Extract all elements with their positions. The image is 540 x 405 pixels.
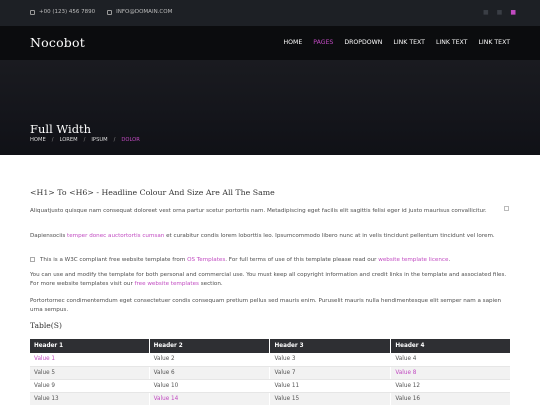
table-row: Value 1 Value 2 Value 3 Value 4 bbox=[30, 353, 510, 367]
paragraph-3: This is a W3C compliant free website tem… bbox=[30, 256, 510, 265]
paragraph-3-text-c: . bbox=[448, 257, 451, 263]
table-cell: Value 16 bbox=[390, 392, 510, 405]
table-heading: Table(S) bbox=[30, 321, 62, 330]
phone-number: +00 (123) 456 7890 bbox=[39, 9, 96, 15]
paragraph-4-text-a: You can use and modify the template for … bbox=[30, 272, 507, 288]
table-cell: Value 9 bbox=[30, 379, 150, 393]
email-address[interactable]: INFO@DOMAIN.COM bbox=[116, 9, 172, 15]
table-cell-link[interactable]: Value 14 bbox=[149, 392, 271, 405]
paragraph-3-text-b: . For full terms of use of this template… bbox=[225, 257, 379, 263]
site-header: Nocobot HOME PAGES DROPDOWN LINK TEXT LI… bbox=[0, 26, 540, 60]
breadcrumb-lorem[interactable]: LOREM bbox=[60, 137, 78, 143]
phone-item: +00 (123) 456 7890 bbox=[30, 9, 95, 15]
free-templates-link[interactable]: free website templates bbox=[135, 281, 199, 287]
table-header-cell: Header 3 bbox=[269, 339, 392, 353]
table-cell: Value 4 bbox=[390, 353, 510, 367]
nav-item-link-2[interactable]: LINK TEXT bbox=[436, 39, 468, 46]
envelope-icon bbox=[107, 9, 113, 15]
paragraph-2-text-a: Dapiensociis bbox=[30, 233, 68, 239]
table-header-cell: Header 4 bbox=[390, 339, 510, 353]
phone-icon bbox=[30, 9, 35, 15]
table-header-cell: Header 2 bbox=[149, 339, 271, 353]
table-cell: Value 5 bbox=[30, 366, 150, 380]
table-row: Value 5 Value 6 Value 7 Value 8 bbox=[30, 366, 510, 380]
nav-item-link-3[interactable]: LINK TEXT bbox=[478, 39, 510, 46]
breadcrumb-ipsum[interactable]: IPSUM bbox=[91, 137, 107, 143]
site-logo[interactable]: Nocobot bbox=[30, 35, 85, 50]
paragraph-2-text-b: et curabitur condis lorem loborttis leo.… bbox=[164, 233, 495, 239]
breadcrumb-separator: / bbox=[51, 137, 54, 143]
nav-item-link-1[interactable]: LINK TEXT bbox=[393, 39, 425, 46]
table-cell: Value 2 bbox=[149, 353, 271, 367]
paragraph-1: Aliquatjusto quisque nam consequat dolor… bbox=[30, 208, 487, 214]
data-table: Header 1 Header 2 Header 3 Header 4 Valu… bbox=[30, 339, 510, 405]
social-icon-1[interactable]: ■ bbox=[483, 9, 489, 16]
table-header-cell: Header 1 bbox=[30, 339, 150, 353]
nav-item-dropdown[interactable]: DROPDOWN bbox=[344, 39, 382, 46]
nav-item-pages[interactable]: PAGES bbox=[313, 39, 333, 46]
paragraph-3-text-a: This is a W3C compliant free website tem… bbox=[40, 257, 188, 263]
table-cell: Value 7 bbox=[269, 366, 392, 380]
main-nav: HOME PAGES DROPDOWN LINK TEXT LINK TEXT … bbox=[272, 39, 510, 46]
table-header-row: Header 1 Header 2 Header 3 Header 4 bbox=[30, 339, 510, 353]
os-templates-link[interactable]: OS Templates bbox=[187, 257, 225, 263]
table-cell-link[interactable]: Value 8 bbox=[390, 366, 510, 380]
contact-info: +00 (123) 456 7890 INFO@DOMAIN.COM bbox=[30, 9, 184, 15]
top-bar: +00 (123) 456 7890 INFO@DOMAIN.COM ■ ■ ■ bbox=[0, 0, 540, 26]
breadcrumb-current[interactable]: DOLOR bbox=[121, 137, 139, 143]
table-cell: Value 11 bbox=[269, 379, 392, 393]
email-item[interactable]: INFO@DOMAIN.COM bbox=[107, 9, 172, 15]
content-headline: <H1> To <H6> - Headline Colour And Size … bbox=[30, 188, 275, 197]
table-cell: Value 6 bbox=[149, 366, 271, 380]
breadcrumb: HOME / LOREM / IPSUM / DOLOR bbox=[30, 137, 146, 143]
social-links: ■ ■ ■ bbox=[475, 9, 516, 16]
table-cell: Value 15 bbox=[269, 392, 392, 405]
page-title: Full Width bbox=[30, 122, 92, 136]
social-icon-2[interactable]: ■ bbox=[497, 9, 503, 16]
hero-banner: Full Width HOME / LOREM / IPSUM / DOLOR bbox=[0, 60, 540, 155]
breadcrumb-home[interactable]: HOME bbox=[30, 137, 46, 143]
table-cell-link[interactable]: Value 1 bbox=[30, 353, 150, 367]
paragraph-4: You can use and modify the template for … bbox=[30, 271, 510, 289]
table-cell: Value 10 bbox=[149, 379, 271, 393]
paragraph-2: Dapiensociis temper donec auctortortis c… bbox=[30, 232, 510, 241]
nav-item-home[interactable]: HOME bbox=[283, 39, 302, 46]
paragraph-2-link[interactable]: temper donec auctortortis cumsan bbox=[67, 233, 164, 239]
table-cell: Value 13 bbox=[30, 392, 150, 405]
table-row: Value 13 Value 14 Value 15 Value 16 bbox=[30, 392, 510, 405]
table-row: Value 9 Value 10 Value 11 Value 12 bbox=[30, 379, 510, 393]
template-licence-link[interactable]: website template licence bbox=[378, 257, 448, 263]
table-cell: Value 3 bbox=[269, 353, 392, 367]
breadcrumb-separator: / bbox=[83, 137, 86, 143]
social-icon-3[interactable]: ■ bbox=[510, 9, 516, 16]
breadcrumb-separator: / bbox=[113, 137, 116, 143]
table-cell: Value 12 bbox=[390, 379, 510, 393]
paragraph-5: Portortornec condimentemdum eget consect… bbox=[30, 298, 502, 314]
paragraph-4-text-b: section. bbox=[198, 281, 223, 288]
